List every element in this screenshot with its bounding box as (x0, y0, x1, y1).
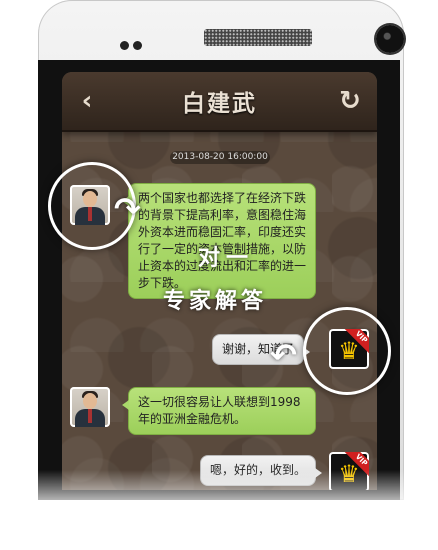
page-title: 白建武 (182, 91, 257, 117)
sensor-dots (120, 35, 146, 54)
bottom-fade (30, 470, 412, 550)
overlay-caption-line2: 专家解答 (163, 289, 268, 314)
expert-avatar[interactable] (70, 387, 110, 427)
title-bar: ‹ 白建武 ↻ (62, 72, 377, 132)
earpiece-speaker (204, 29, 312, 46)
front-camera (376, 25, 404, 53)
back-chevron-icon[interactable]: ‹ (72, 86, 102, 116)
refresh-icon[interactable]: ↻ (335, 86, 365, 116)
message-timestamp: 2013-08-20 16:00:00 (170, 151, 270, 164)
highlight-ring-user (303, 307, 391, 395)
overlay-caption-line1: 对一 (198, 246, 255, 271)
curved-arrow-icon: ↷ (114, 190, 141, 228)
curved-arrow-icon: ↶ (270, 336, 297, 374)
chat-screen: ‹ 白建武 ↻ 2013-08-20 16:00:00 两个国家也都选择了在经济… (62, 72, 377, 490)
message-bubble-incoming[interactable]: 这一切很容易让人联想到1998年的亚洲金融危机。 (122, 387, 316, 435)
